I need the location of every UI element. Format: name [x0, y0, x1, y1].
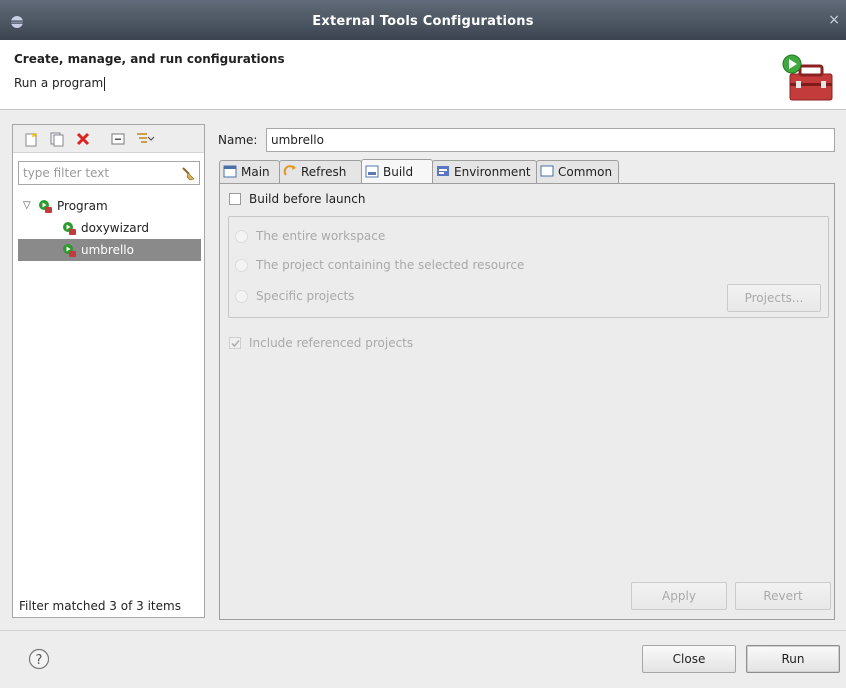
- specific-projects-radio[interactable]: [235, 290, 248, 303]
- close-button[interactable]: Close: [642, 645, 736, 673]
- include-referenced-label: Include referenced projects: [249, 336, 414, 350]
- footer-separator: [0, 630, 846, 631]
- toolbox-run-icon: [782, 54, 833, 101]
- window-title: External Tools Configurations: [312, 14, 534, 29]
- build-icon: [365, 165, 379, 178]
- duplicate-icon[interactable]: [49, 131, 65, 147]
- dialog-header: Create, manage, and run configurations R…: [0, 40, 846, 110]
- configuration-toolbar: [13, 125, 204, 153]
- common-icon: [540, 165, 554, 177]
- refresh-icon: [283, 165, 296, 176]
- include-referenced-checkbox[interactable]: [229, 337, 241, 349]
- configuration-tree: ▽ Program doxywizard umbrello: [18, 195, 201, 261]
- program-config-icon: [63, 222, 76, 235]
- help-glyph: ?: [36, 653, 43, 668]
- collapse-all-icon[interactable]: [110, 131, 126, 147]
- tab-environment[interactable]: Environment: [432, 160, 537, 183]
- clear-filter-icon[interactable]: [180, 165, 196, 181]
- entire-workspace-label: The entire workspace: [256, 229, 386, 243]
- header-title: Create, manage, and run configurations: [14, 52, 285, 66]
- tab-common[interactable]: Common: [536, 160, 619, 183]
- tab-refresh[interactable]: Refresh: [279, 160, 362, 183]
- program-config-icon: [63, 244, 76, 257]
- tree-item-program[interactable]: ▽ Program: [18, 195, 201, 217]
- header-message: Run a program: [14, 76, 106, 91]
- projects-button[interactable]: Projects...: [727, 284, 821, 312]
- expand-triangle-icon[interactable]: ▽: [23, 195, 31, 217]
- new-configuration-icon[interactable]: [23, 131, 39, 147]
- window-titlebar[interactable]: External Tools Configurations ×: [0, 0, 846, 40]
- filter-field[interactable]: [18, 161, 200, 185]
- help-icon[interactable]: ?: [28, 648, 50, 670]
- filter-icon[interactable]: [135, 131, 159, 147]
- delete-icon[interactable]: [75, 131, 91, 147]
- tree-item-label: doxywizard: [81, 221, 149, 235]
- run-button[interactable]: Run: [746, 645, 840, 673]
- name-input[interactable]: [266, 128, 835, 152]
- build-before-launch-checkbox[interactable]: [229, 193, 241, 205]
- entire-workspace-radio[interactable]: [235, 230, 248, 243]
- name-label: Name:: [218, 133, 258, 147]
- revert-button[interactable]: Revert: [735, 582, 831, 610]
- filter-input[interactable]: [19, 162, 169, 184]
- main-tab-icon: [223, 165, 237, 178]
- tab-build[interactable]: Build: [361, 159, 433, 183]
- environment-icon: [437, 166, 449, 176]
- checkmark-icon: [231, 339, 240, 348]
- tree-item-doxywizard[interactable]: doxywizard: [18, 217, 201, 239]
- window-close-icon[interactable]: ×: [828, 12, 840, 28]
- apply-button[interactable]: Apply: [631, 582, 727, 610]
- tree-item-label: umbrello: [81, 243, 134, 257]
- specific-projects-label: Specific projects: [256, 289, 355, 303]
- filter-status-text: Filter matched 3 of 3 items: [19, 599, 181, 613]
- tree-item-label: Program: [57, 199, 108, 213]
- project-containing-resource-radio[interactable]: [235, 259, 248, 272]
- configuration-list-panel: ▽ Program doxywizard umbrello Filter mat…: [12, 124, 205, 618]
- tab-bar: Main Refresh Build Environment Common: [219, 159, 835, 184]
- tree-item-umbrello[interactable]: umbrello: [18, 239, 201, 261]
- program-type-icon: [39, 200, 52, 213]
- build-before-launch-label: Build before launch: [249, 192, 366, 206]
- tab-main[interactable]: Main: [219, 160, 280, 183]
- project-containing-resource-label: The project containing the selected reso…: [256, 258, 525, 272]
